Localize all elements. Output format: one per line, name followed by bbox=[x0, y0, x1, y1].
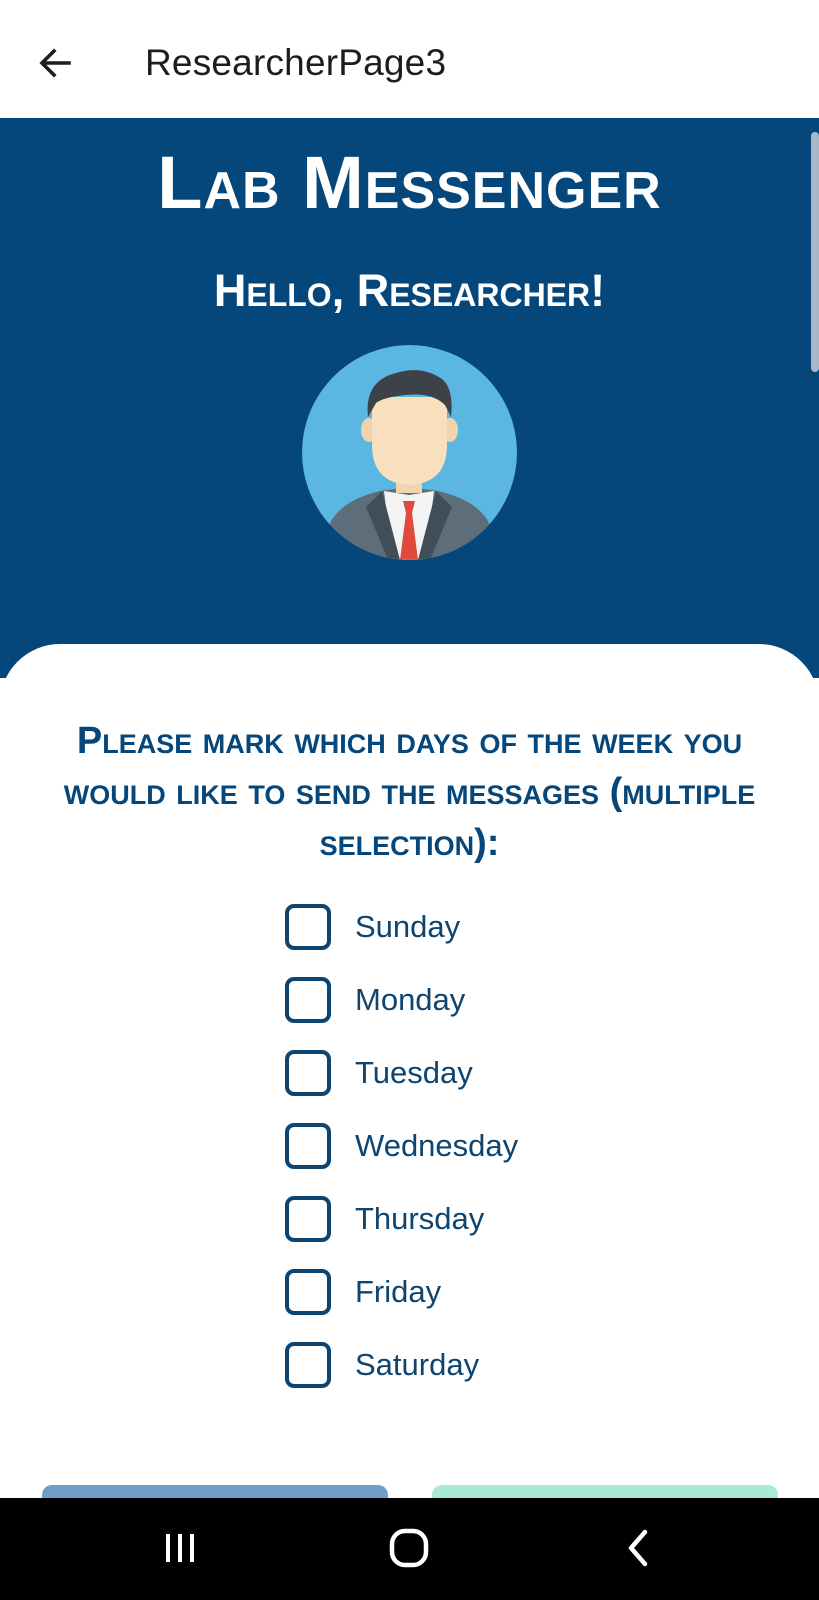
home-button[interactable] bbox=[364, 1516, 454, 1580]
day-option-sunday[interactable]: Sunday bbox=[285, 902, 685, 975]
day-option-friday[interactable]: Friday bbox=[285, 1267, 685, 1340]
day-option-wednesday[interactable]: Wednesday bbox=[285, 1121, 685, 1194]
recent-apps-button[interactable] bbox=[135, 1516, 225, 1580]
back-chevron-icon bbox=[628, 1529, 648, 1567]
recent-apps-icon bbox=[166, 1534, 194, 1562]
app-title: Lab Messenger bbox=[157, 141, 662, 224]
day-label: Monday bbox=[355, 982, 466, 1017]
days-checkbox-list: Sunday Monday Tuesday Wednesday Thursday… bbox=[285, 902, 685, 1413]
day-label: Saturday bbox=[355, 1347, 480, 1382]
page-title: ResearcherPage3 bbox=[145, 42, 447, 83]
arrow-left-icon bbox=[39, 48, 71, 78]
monday-checkbox[interactable] bbox=[285, 977, 331, 1023]
day-option-tuesday[interactable]: Tuesday bbox=[285, 1048, 685, 1121]
greeting-text: Hello, Researcher! bbox=[213, 265, 606, 316]
day-label: Wednesday bbox=[355, 1128, 519, 1163]
system-back-button[interactable] bbox=[594, 1516, 684, 1580]
day-label: Friday bbox=[355, 1274, 442, 1309]
tuesday-checkbox[interactable] bbox=[285, 1050, 331, 1096]
day-label: Tuesday bbox=[355, 1055, 473, 1090]
day-option-saturday[interactable]: Saturday bbox=[285, 1340, 685, 1413]
researcher-avatar-icon bbox=[302, 345, 517, 560]
saturday-checkbox[interactable] bbox=[285, 1342, 331, 1388]
sunday-checkbox[interactable] bbox=[285, 904, 331, 950]
day-label: Thursday bbox=[355, 1201, 485, 1236]
home-icon bbox=[389, 1528, 429, 1568]
wednesday-checkbox[interactable] bbox=[285, 1123, 331, 1169]
back-button[interactable] bbox=[28, 36, 82, 90]
system-navigation-bar bbox=[0, 1498, 819, 1600]
friday-checkbox[interactable] bbox=[285, 1269, 331, 1315]
app-bar: ResearcherPage3 bbox=[0, 0, 819, 118]
day-label: Sunday bbox=[355, 909, 461, 944]
day-option-thursday[interactable]: Thursday bbox=[285, 1194, 685, 1267]
question-text: Please mark which days of the week you w… bbox=[63, 720, 756, 864]
day-option-monday[interactable]: Monday bbox=[285, 975, 685, 1048]
thursday-checkbox[interactable] bbox=[285, 1196, 331, 1242]
